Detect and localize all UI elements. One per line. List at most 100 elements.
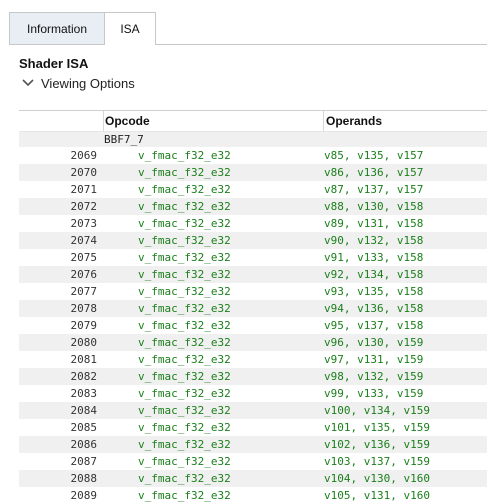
isa-table: Opcode Operands BBF7_7 2069 v_fmac_f32_e3… bbox=[19, 110, 487, 504]
operands-cell: v85, v135, v157 bbox=[324, 149, 424, 162]
opcode-cell: v_fmac_f32_e32 bbox=[138, 472, 231, 485]
opcode-cell: v_fmac_f32_e32 bbox=[138, 217, 231, 230]
line-number: 2070 bbox=[70, 166, 98, 179]
line-number: 2086 bbox=[70, 438, 98, 451]
table-row[interactable]: 2076 v_fmac_f32_e32 v92, v134, v158 bbox=[19, 266, 487, 283]
block-label: BBF7_7 bbox=[104, 133, 144, 146]
operands-cell: v92, v134, v158 bbox=[324, 268, 424, 281]
line-number: 2081 bbox=[70, 353, 98, 366]
table-row[interactable]: 2069 v_fmac_f32_e32 v85, v135, v157 bbox=[19, 147, 487, 164]
opcode-cell: v_fmac_f32_e32 bbox=[138, 438, 231, 451]
line-number: 2089 bbox=[70, 489, 98, 502]
table-row[interactable]: 2089 v_fmac_f32_e32 v105, v131, v160 bbox=[19, 487, 487, 504]
table-row[interactable]: 2084 v_fmac_f32_e32 v100, v134, v159 bbox=[19, 402, 487, 419]
line-number: 2087 bbox=[70, 455, 98, 468]
table-header: Opcode Operands bbox=[19, 110, 487, 132]
operands-cell: v94, v136, v158 bbox=[324, 302, 424, 315]
table-row[interactable]: 2077 v_fmac_f32_e32 v93, v135, v158 bbox=[19, 283, 487, 300]
opcode-cell: v_fmac_f32_e32 bbox=[138, 302, 231, 315]
operands-cell: v88, v130, v158 bbox=[324, 200, 424, 213]
operands-cell: v101, v135, v159 bbox=[324, 421, 430, 434]
tab-isa[interactable]: ISA bbox=[105, 12, 156, 45]
section-title: Shader ISA bbox=[19, 56, 89, 71]
table-row[interactable]: 2074 v_fmac_f32_e32 v90, v132, v158 bbox=[19, 232, 487, 249]
table-row[interactable]: 2072 v_fmac_f32_e32 v88, v130, v158 bbox=[19, 198, 487, 215]
line-number: 2079 bbox=[70, 319, 98, 332]
operands-cell: v105, v131, v160 bbox=[324, 489, 430, 502]
column-divider[interactable] bbox=[323, 111, 324, 131]
operands-cell: v99, v133, v159 bbox=[324, 387, 424, 400]
operands-cell: v93, v135, v158 bbox=[324, 285, 424, 298]
opcode-cell: v_fmac_f32_e32 bbox=[138, 149, 231, 162]
operands-cell: v96, v130, v159 bbox=[324, 336, 424, 349]
opcode-cell: v_fmac_f32_e32 bbox=[138, 251, 231, 264]
operands-cell: v87, v137, v157 bbox=[324, 183, 424, 196]
opcode-cell: v_fmac_f32_e32 bbox=[138, 234, 231, 247]
viewing-options-label: Viewing Options bbox=[41, 75, 135, 91]
opcode-cell: v_fmac_f32_e32 bbox=[138, 268, 231, 281]
operands-cell: v91, v133, v158 bbox=[324, 251, 424, 264]
line-number: 2078 bbox=[70, 302, 98, 315]
column-header-opcode[interactable]: Opcode bbox=[105, 114, 150, 128]
operands-cell: v100, v134, v159 bbox=[324, 404, 430, 417]
operands-cell: v86, v136, v157 bbox=[324, 166, 424, 179]
operands-cell: v90, v132, v158 bbox=[324, 234, 424, 247]
table-row[interactable]: 2083 v_fmac_f32_e32 v99, v133, v159 bbox=[19, 385, 487, 402]
line-number: 2076 bbox=[70, 268, 98, 281]
tab-information[interactable]: Information bbox=[9, 12, 105, 45]
opcode-cell: v_fmac_f32_e32 bbox=[138, 353, 231, 366]
line-number: 2085 bbox=[70, 421, 98, 434]
table-row[interactable]: 2070 v_fmac_f32_e32 v86, v136, v157 bbox=[19, 164, 487, 181]
line-number: 2083 bbox=[70, 387, 98, 400]
instruction-rows: 2069 v_fmac_f32_e32 v85, v135, v157 2070 v_f… bbox=[19, 147, 487, 504]
opcode-cell: v_fmac_f32_e32 bbox=[138, 166, 231, 179]
opcode-cell: v_fmac_f32_e32 bbox=[138, 404, 231, 417]
line-number: 2077 bbox=[70, 285, 98, 298]
opcode-cell: v_fmac_f32_e32 bbox=[138, 183, 231, 196]
line-number: 2072 bbox=[70, 200, 98, 213]
line-number: 2071 bbox=[70, 183, 98, 196]
table-row[interactable]: 2071 v_fmac_f32_e32 v87, v137, v157 bbox=[19, 181, 487, 198]
operands-cell: v89, v131, v158 bbox=[324, 217, 424, 230]
line-number: 2082 bbox=[70, 370, 98, 383]
line-number: 2080 bbox=[70, 336, 98, 349]
table-row[interactable]: 2085 v_fmac_f32_e32 v101, v135, v159 bbox=[19, 419, 487, 436]
opcode-cell: v_fmac_f32_e32 bbox=[138, 285, 231, 298]
block-label-row[interactable]: BBF7_7 bbox=[19, 132, 487, 147]
table-row[interactable]: 2075 v_fmac_f32_e32 v91, v133, v158 bbox=[19, 249, 487, 266]
table-row[interactable]: 2081 v_fmac_f32_e32 v97, v131, v159 bbox=[19, 351, 487, 368]
table-row[interactable]: 2088 v_fmac_f32_e32 v104, v130, v160 bbox=[19, 470, 487, 487]
table-row[interactable]: 2080 v_fmac_f32_e32 v96, v130, v159 bbox=[19, 334, 487, 351]
operands-cell: v102, v136, v159 bbox=[324, 438, 430, 451]
opcode-cell: v_fmac_f32_e32 bbox=[138, 421, 231, 434]
table-row[interactable]: 2086 v_fmac_f32_e32 v102, v136, v159 bbox=[19, 436, 487, 453]
line-number: 2073 bbox=[70, 217, 98, 230]
opcode-cell: v_fmac_f32_e32 bbox=[138, 387, 231, 400]
opcode-cell: v_fmac_f32_e32 bbox=[138, 336, 231, 349]
line-number: 2088 bbox=[70, 472, 98, 485]
opcode-cell: v_fmac_f32_e32 bbox=[138, 370, 231, 383]
line-number: 2075 bbox=[70, 251, 98, 264]
line-number: 2084 bbox=[70, 404, 98, 417]
table-row[interactable]: 2082 v_fmac_f32_e32 v98, v132, v159 bbox=[19, 368, 487, 385]
column-divider[interactable] bbox=[103, 111, 104, 131]
line-number: 2074 bbox=[70, 234, 98, 247]
table-row[interactable]: 2073 v_fmac_f32_e32 v89, v131, v158 bbox=[19, 215, 487, 232]
operands-cell: v97, v131, v159 bbox=[324, 353, 424, 366]
tab-bar: Information ISA bbox=[9, 12, 156, 45]
operands-cell: v95, v137, v158 bbox=[324, 319, 424, 332]
table-row[interactable]: 2078 v_fmac_f32_e32 v94, v136, v158 bbox=[19, 300, 487, 317]
operands-cell: v104, v130, v160 bbox=[324, 472, 430, 485]
opcode-cell: v_fmac_f32_e32 bbox=[138, 200, 231, 213]
operands-cell: v98, v132, v159 bbox=[324, 370, 424, 383]
line-number: 2069 bbox=[70, 149, 98, 162]
operands-cell: v103, v137, v159 bbox=[324, 455, 430, 468]
viewing-options-toggle[interactable]: Viewing Options bbox=[20, 75, 135, 91]
table-row[interactable]: 2079 v_fmac_f32_e32 v95, v137, v158 bbox=[19, 317, 487, 334]
chevron-down-icon bbox=[22, 79, 34, 87]
opcode-cell: v_fmac_f32_e32 bbox=[138, 489, 231, 502]
opcode-cell: v_fmac_f32_e32 bbox=[138, 455, 231, 468]
tab-divider bbox=[156, 44, 487, 45]
column-header-operands[interactable]: Operands bbox=[326, 114, 382, 128]
table-row[interactable]: 2087 v_fmac_f32_e32 v103, v137, v159 bbox=[19, 453, 487, 470]
